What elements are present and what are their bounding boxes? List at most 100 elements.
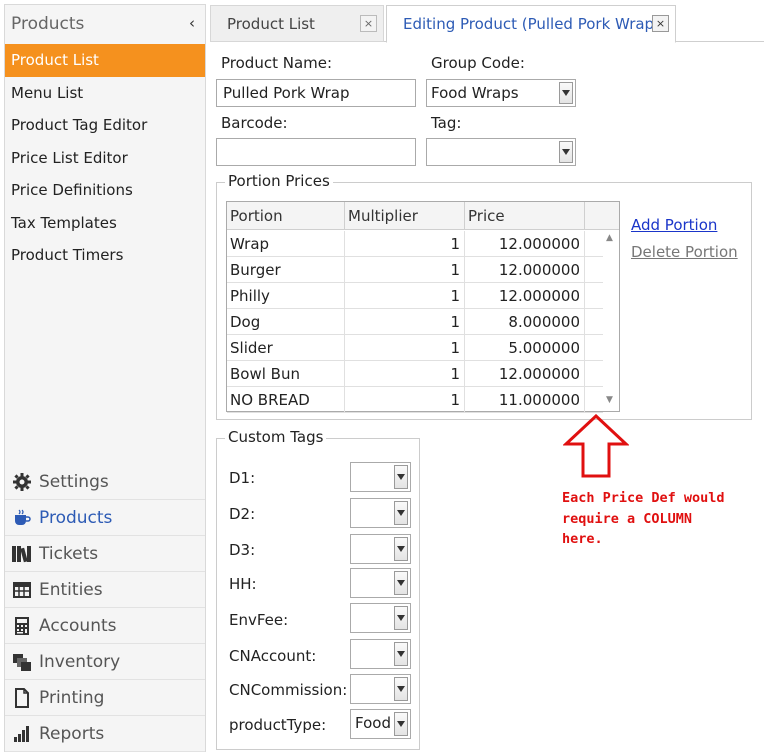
close-icon[interactable]: × — [360, 15, 377, 32]
nav-label: Products — [39, 507, 113, 528]
tag-label-envfee: EnvFee: — [229, 611, 289, 629]
delete-portion-link[interactable]: Delete Portion — [631, 243, 738, 261]
tag-select-cncommission[interactable] — [350, 674, 411, 704]
tag-label-hh: HH: — [229, 575, 257, 593]
tag-select-envfee[interactable] — [350, 603, 411, 633]
portion-prices-title: Portion Prices — [225, 172, 333, 190]
chevron-down-icon[interactable] — [394, 677, 408, 701]
column-header-price[interactable]: Price — [465, 202, 585, 230]
cell-price[interactable]: 8.000000 — [465, 309, 585, 335]
chevron-down-icon[interactable] — [559, 141, 573, 163]
sidebar-item-menu-list[interactable]: Menu List — [5, 77, 205, 110]
tag-select-cnaccount[interactable] — [350, 639, 411, 669]
cell-price[interactable]: 12.000000 — [465, 257, 585, 283]
barcode-input[interactable] — [216, 138, 416, 166]
sidebar-item-price-definitions[interactable]: Price Definitions — [5, 174, 205, 207]
scroll-down-icon[interactable]: ▼ — [606, 395, 613, 405]
column-header-portion[interactable]: Portion — [227, 202, 345, 230]
chevron-down-icon[interactable] — [394, 465, 408, 489]
nav-printing[interactable]: Printing — [5, 680, 205, 716]
grid-body: Wrap 1 12.000000 Burger 1 12.000000 Phil… — [227, 231, 603, 413]
chevron-down-icon[interactable] — [394, 501, 408, 525]
cell-price[interactable]: 5.000000 — [465, 335, 585, 361]
coffee-cup-icon — [11, 507, 33, 529]
chevron-down-icon[interactable] — [394, 571, 408, 595]
annotation-line: Each Price Def would — [562, 490, 725, 506]
product-name-label: Product Name: — [221, 54, 333, 72]
sidebar-item-product-list[interactable]: Product List — [5, 44, 205, 77]
annotation-note: Each Price Def would require a COLUMN he… — [562, 488, 762, 550]
tag-label-d3: D3: — [229, 541, 256, 559]
cell-multiplier[interactable]: 1 — [345, 283, 465, 309]
cell-portion[interactable]: Bowl Bun — [227, 361, 345, 387]
tag-label: Tag: — [431, 114, 462, 132]
table-row[interactable]: Dog 1 8.000000 — [227, 309, 603, 335]
cell-portion[interactable]: Philly — [227, 283, 345, 309]
tag-select-d3[interactable] — [350, 534, 411, 564]
table-row[interactable]: NO BREAD 1 11.000000 — [227, 387, 603, 413]
close-icon[interactable]: × — [652, 15, 669, 32]
product-name-input[interactable]: Pulled Pork Wrap — [216, 79, 416, 107]
grid-scrollbar[interactable]: ▲ ▼ — [603, 231, 619, 411]
nav-tickets[interactable]: Tickets — [5, 536, 205, 572]
stack-icon — [11, 651, 33, 673]
cell-multiplier[interactable]: 1 — [345, 387, 465, 413]
cell-price[interactable]: 12.000000 — [465, 283, 585, 309]
tab-product-list[interactable]: Product List × — [210, 5, 384, 42]
cell-multiplier[interactable]: 1 — [345, 335, 465, 361]
cell-multiplier[interactable]: 1 — [345, 309, 465, 335]
cell-price[interactable]: 11.000000 — [465, 387, 585, 413]
cell-portion[interactable]: NO BREAD — [227, 387, 345, 413]
nav-entities[interactable]: Entities — [5, 572, 205, 608]
table-row[interactable]: Slider 1 5.000000 — [227, 335, 603, 361]
tag-select-producttype[interactable]: Food — [350, 709, 411, 739]
nav-label: Reports — [39, 723, 105, 744]
cell-portion[interactable]: Dog — [227, 309, 345, 335]
sidebar-item-price-list-editor[interactable]: Price List Editor — [5, 142, 205, 175]
nav-accounts[interactable]: Accounts — [5, 608, 205, 644]
portion-prices-grid: Portion Multiplier Price Wrap 1 12.00000… — [226, 201, 620, 413]
scroll-up-icon[interactable]: ▲ — [606, 233, 613, 243]
nav-products[interactable]: Products — [5, 500, 205, 536]
tag-select-hh[interactable] — [350, 568, 411, 598]
chevron-down-icon[interactable] — [559, 82, 573, 104]
cell-portion[interactable]: Burger — [227, 257, 345, 283]
cell-portion[interactable]: Wrap — [227, 231, 345, 257]
tab-editing-product[interactable]: Editing Product (Pulled Pork Wrap) × — [386, 5, 676, 43]
table-row[interactable]: Burger 1 12.000000 — [227, 257, 603, 283]
document-icon — [11, 687, 33, 709]
nav-inventory[interactable]: Inventory — [5, 644, 205, 680]
chevron-down-icon[interactable] — [394, 712, 408, 736]
cell-multiplier[interactable]: 1 — [345, 231, 465, 257]
table-row[interactable]: Bowl Bun 1 12.000000 — [227, 361, 603, 387]
books-icon — [11, 543, 33, 565]
column-header-multiplier[interactable]: Multiplier — [345, 202, 465, 230]
nav-label: Printing — [39, 687, 105, 708]
gear-icon — [11, 471, 33, 493]
tag-label-d2: D2: — [229, 505, 256, 523]
sidebar-item-product-timers[interactable]: Product Timers — [5, 239, 205, 272]
cell-price[interactable]: 12.000000 — [465, 361, 585, 387]
chevron-down-icon[interactable] — [394, 606, 408, 630]
sidebar-item-product-tag-editor[interactable]: Product Tag Editor — [5, 109, 205, 142]
chevron-down-icon[interactable] — [394, 537, 408, 561]
collapse-chevron-icon[interactable]: ‹ — [189, 14, 195, 32]
tag-select[interactable] — [426, 138, 576, 166]
nav-settings[interactable]: Settings — [5, 464, 205, 500]
tag-select-d2[interactable] — [350, 498, 411, 528]
table-row[interactable]: Wrap 1 12.000000 — [227, 231, 603, 257]
table-row[interactable]: Philly 1 12.000000 — [227, 283, 603, 309]
cell-multiplier[interactable]: 1 — [345, 361, 465, 387]
tag-select-d1[interactable] — [350, 462, 411, 492]
sidebar-item-tax-templates[interactable]: Tax Templates — [5, 207, 205, 240]
sidebar-menu: Product List Menu List Product Tag Edito… — [5, 44, 205, 272]
nav-reports[interactable]: Reports — [5, 716, 205, 752]
tag-label-d1: D1: — [229, 469, 256, 487]
chevron-down-icon[interactable] — [394, 642, 408, 666]
add-portion-link[interactable]: Add Portion — [631, 216, 717, 234]
annotation-line: here. — [562, 531, 603, 547]
cell-portion[interactable]: Slider — [227, 335, 345, 361]
cell-price[interactable]: 12.000000 — [465, 231, 585, 257]
group-code-select[interactable]: Food Wraps — [426, 79, 576, 107]
cell-multiplier[interactable]: 1 — [345, 257, 465, 283]
